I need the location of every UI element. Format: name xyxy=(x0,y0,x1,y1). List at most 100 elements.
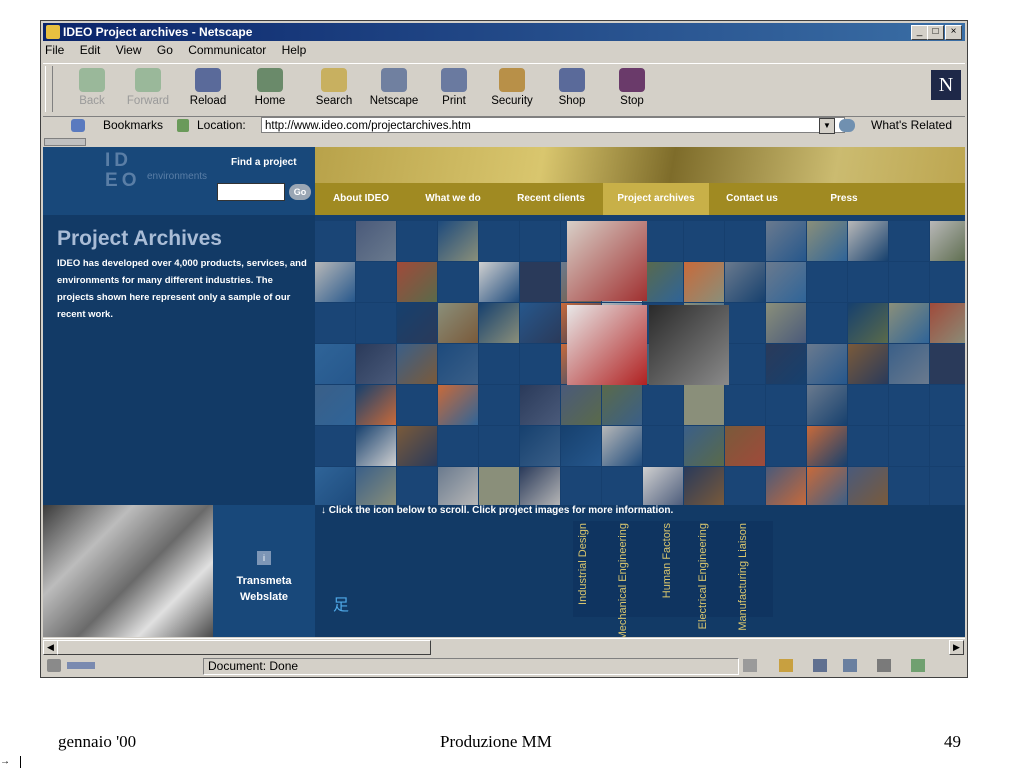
project-thumbnail[interactable] xyxy=(725,303,765,343)
menu-go[interactable]: Go xyxy=(157,43,173,57)
project-thumbnail[interactable] xyxy=(520,262,560,302)
project-thumbnail[interactable] xyxy=(848,303,888,343)
project-thumbnail[interactable] xyxy=(643,426,683,466)
menu-edit[interactable]: Edit xyxy=(80,43,101,57)
newsgroups-icon[interactable] xyxy=(843,659,857,672)
project-thumbnail[interactable] xyxy=(766,221,806,261)
project-thumbnail[interactable] xyxy=(807,344,847,384)
project-thumbnail[interactable] xyxy=(315,467,355,507)
url-dropdown-arrow[interactable]: ▼ xyxy=(819,118,835,134)
nav-project-archives[interactable]: Project archives xyxy=(603,183,709,215)
project-thumbnail[interactable] xyxy=(725,344,765,384)
nav-recent-clients[interactable]: Recent clients xyxy=(499,183,603,215)
project-thumbnail[interactable] xyxy=(602,467,642,507)
netscape-button[interactable]: Netscape xyxy=(367,66,421,112)
project-thumbnail[interactable] xyxy=(725,262,765,302)
project-thumbnail[interactable] xyxy=(315,344,355,384)
project-thumbnail[interactable] xyxy=(766,426,806,466)
project-thumbnail[interactable] xyxy=(315,426,355,466)
project-thumbnail[interactable] xyxy=(561,385,601,425)
project-thumbnail[interactable] xyxy=(315,262,355,302)
menu-communicator[interactable]: Communicator xyxy=(188,43,266,57)
project-thumbnail[interactable] xyxy=(397,385,437,425)
project-thumbnail[interactable] xyxy=(356,303,396,343)
project-thumbnail[interactable] xyxy=(848,344,888,384)
project-thumbnail[interactable] xyxy=(848,426,888,466)
project-feature-image[interactable] xyxy=(567,221,647,301)
project-thumbnail[interactable] xyxy=(725,426,765,466)
shop-button[interactable]: Shop xyxy=(545,66,599,112)
project-thumbnail[interactable] xyxy=(315,303,355,343)
close-button[interactable]: × xyxy=(945,25,962,40)
project-thumbnail[interactable] xyxy=(684,385,724,425)
security-lock-icon[interactable] xyxy=(47,659,61,672)
project-thumbnail[interactable] xyxy=(356,262,396,302)
project-thumbnail[interactable] xyxy=(438,221,478,261)
scroll-right-arrow[interactable]: ▶ xyxy=(949,640,964,655)
project-thumbnail[interactable] xyxy=(479,426,519,466)
print-button[interactable]: Print xyxy=(427,66,481,112)
project-thumbnail[interactable] xyxy=(848,385,888,425)
project-thumbnail[interactable] xyxy=(397,467,437,507)
project-thumbnail[interactable] xyxy=(889,262,929,302)
project-thumbnail[interactable] xyxy=(930,262,965,302)
personal-toolbar-tab[interactable] xyxy=(44,138,86,146)
nav-what-we-do[interactable]: What we do xyxy=(407,183,499,215)
project-thumbnail[interactable] xyxy=(930,303,965,343)
reload-button[interactable]: Reload xyxy=(181,66,235,112)
project-thumbnail[interactable] xyxy=(725,385,765,425)
component-bar-icon[interactable] xyxy=(743,659,757,672)
project-thumbnail[interactable] xyxy=(766,344,806,384)
mail-icon[interactable] xyxy=(813,659,827,672)
search-button[interactable]: Search xyxy=(307,66,361,112)
project-thumbnail[interactable] xyxy=(766,303,806,343)
nav-about-ideo[interactable]: About IDEO xyxy=(315,183,407,215)
project-thumbnail[interactable] xyxy=(889,221,929,261)
project-thumbnail[interactable] xyxy=(725,467,765,507)
project-thumbnail[interactable] xyxy=(848,262,888,302)
project-thumbnail[interactable] xyxy=(684,467,724,507)
project-feature-image[interactable] xyxy=(567,305,647,385)
project-thumbnail[interactable] xyxy=(520,385,560,425)
composer-icon[interactable] xyxy=(911,659,925,672)
ideo-logo[interactable]: ID EO xyxy=(105,151,145,193)
project-thumbnail[interactable] xyxy=(438,262,478,302)
project-thumbnail[interactable] xyxy=(643,262,683,302)
project-thumbnail[interactable] xyxy=(889,426,929,466)
project-thumbnail[interactable] xyxy=(684,221,724,261)
project-thumbnail[interactable] xyxy=(438,344,478,384)
project-thumbnail[interactable] xyxy=(356,344,396,384)
project-thumbnail[interactable] xyxy=(684,262,724,302)
scroll-person-icon[interactable]: ⾜ xyxy=(333,591,349,615)
project-thumbnail[interactable] xyxy=(356,221,396,261)
project-thumbnail[interactable] xyxy=(520,221,560,261)
project-thumbnail[interactable] xyxy=(479,221,519,261)
discipline-manufacturing-liaison[interactable]: Manufacturing Liaison xyxy=(737,523,749,631)
menu-view[interactable]: View xyxy=(116,43,142,57)
project-thumbnail[interactable] xyxy=(438,426,478,466)
project-thumbnail[interactable] xyxy=(397,426,437,466)
project-thumbnail[interactable] xyxy=(561,467,601,507)
find-project-input[interactable] xyxy=(217,183,285,201)
stop-button[interactable]: Stop xyxy=(605,66,659,112)
menu-file[interactable]: File xyxy=(45,43,64,57)
project-feature-image[interactable] xyxy=(649,305,729,385)
project-thumbnail[interactable] xyxy=(520,344,560,384)
project-thumbnail[interactable] xyxy=(520,467,560,507)
nav-press[interactable]: Press xyxy=(795,183,893,215)
project-thumbnail[interactable] xyxy=(848,467,888,507)
project-thumbnail[interactable] xyxy=(766,385,806,425)
project-thumbnail[interactable] xyxy=(889,344,929,384)
project-thumbnail[interactable] xyxy=(930,426,965,466)
project-thumbnail[interactable] xyxy=(643,385,683,425)
menu-help[interactable]: Help xyxy=(282,43,307,57)
project-thumbnail[interactable] xyxy=(479,467,519,507)
forward-button[interactable]: Forward xyxy=(121,66,175,112)
security-button[interactable]: Security xyxy=(485,66,539,112)
project-thumbnail[interactable] xyxy=(889,467,929,507)
project-thumbnail[interactable] xyxy=(807,385,847,425)
project-thumbnail[interactable] xyxy=(479,344,519,384)
project-thumbnail[interactable] xyxy=(520,426,560,466)
project-thumbnail[interactable] xyxy=(602,426,642,466)
project-thumbnail[interactable] xyxy=(930,344,965,384)
